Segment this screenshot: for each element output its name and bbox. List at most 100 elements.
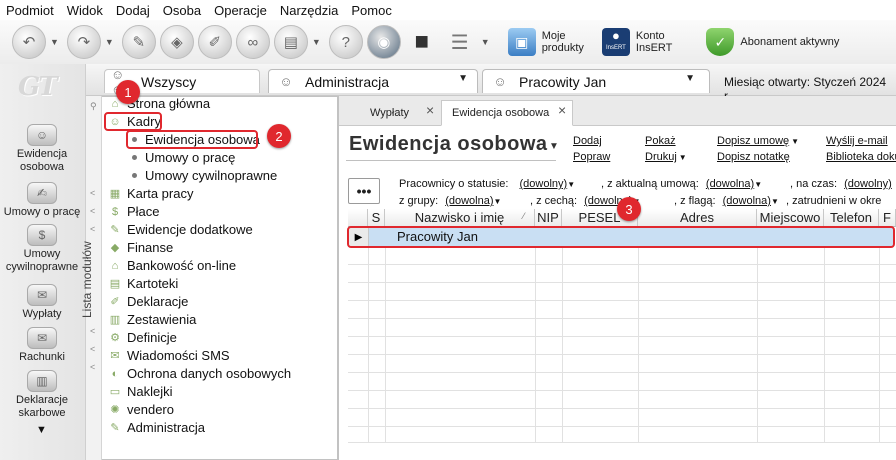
sidebar-scroll-down-icon[interactable]: ▼ xyxy=(36,424,47,436)
chevron-down-icon[interactable]: ▼ xyxy=(494,197,502,206)
module-selector[interactable]: ☺ Administracja ▼ xyxy=(268,69,478,93)
tree-item-naklejki[interactable]: ▭ Naklejki xyxy=(108,384,173,399)
cube-icon[interactable]: ■ xyxy=(405,25,439,59)
tree-item-place[interactable]: $ Płace xyxy=(108,204,160,219)
tab-label: Wypłaty xyxy=(370,107,410,119)
tab-wyplaty[interactable]: Wypłaty × xyxy=(359,100,441,126)
menu-osoba[interactable]: Osoba xyxy=(163,3,201,18)
sidebar-item-rachunki[interactable]: ✉ Rachunki xyxy=(0,327,84,364)
tree-item-karta-pracy[interactable]: ▦ Karta pracy xyxy=(108,186,194,201)
chevron-down-icon[interactable]: ▼ xyxy=(754,180,762,189)
collapse-chevron-icon[interactable]: < xyxy=(90,188,95,198)
menu-podmiot[interactable]: Podmiot xyxy=(6,3,54,18)
sidebar-item-wyplaty[interactable]: ✉ Wypłaty xyxy=(0,284,84,321)
konto-insert-button[interactable]: ● InsERT Konto InsERT xyxy=(601,28,672,56)
tree-item-finanse[interactable]: ◆ Finanse xyxy=(108,240,173,255)
abonament-button[interactable]: ✓ Abonament aktywny xyxy=(706,28,839,56)
column-header-f[interactable]: F xyxy=(879,209,896,227)
forward-dropdown-icon[interactable]: ▼ xyxy=(105,37,114,47)
column-header-nazwisko[interactable]: Nazwisko i imię xyxy=(385,209,535,227)
filter-zatrudnieni[interactable]: , zatrudnieni w okre xyxy=(786,195,881,207)
page-title[interactable]: Ewidencja osobowa xyxy=(349,133,548,156)
action-dodaj[interactable]: Dodaj xyxy=(573,135,602,147)
action-dopisz-umowe[interactable]: Dopisz umowę ▼ xyxy=(717,135,799,147)
action-pokaz[interactable]: Pokaż xyxy=(645,135,676,147)
more-options-button[interactable]: ••• xyxy=(348,178,380,204)
tree-item-umowy-o-prace[interactable]: Umowy o pracę xyxy=(132,150,235,165)
collapse-chevron-icon[interactable]: < xyxy=(90,206,95,216)
tree-item-bankowosc[interactable]: ⌂ Bankowość on-line xyxy=(108,258,236,273)
tree-item-umowy-cywilnoprawne[interactable]: Umowy cywilnoprawne xyxy=(132,168,277,183)
collapse-chevron-icon[interactable]: < xyxy=(90,326,95,336)
tree-item-wiadomosci-sms[interactable]: ✉ Wiadomości SMS xyxy=(108,348,229,363)
tree-item-ewidencje-dodatkowe[interactable]: ✎ Ewidencje dodatkowe xyxy=(108,222,252,237)
stamp-icon[interactable]: ✎ xyxy=(121,25,156,59)
sidebar-item-deklaracje-skarbowe[interactable]: ▥ Deklaracje skarbowe xyxy=(0,370,84,420)
filter-umowa-value[interactable]: (dowolna) xyxy=(706,178,754,190)
moje-produkty-button[interactable]: ▣ Moje produkty xyxy=(507,28,584,56)
action-popraw[interactable]: Popraw xyxy=(573,151,610,163)
grid-row-line xyxy=(348,354,896,355)
close-icon[interactable]: × xyxy=(426,102,434,118)
filter-czas-value[interactable]: (dowolny) xyxy=(844,178,892,190)
tree-item-definicje[interactable]: ⚙ Definicje xyxy=(108,330,177,345)
module-icon: ☺ xyxy=(279,74,293,89)
filter-grupa-value[interactable]: (dowolna) xyxy=(445,195,493,207)
tree-item-administracja[interactable]: ✎ Administracja xyxy=(108,420,205,435)
menu-operacje[interactable]: Operacje xyxy=(214,3,267,18)
column-header-adres[interactable]: Adres xyxy=(638,209,757,227)
column-header-miejscowosc[interactable]: Miejscowo xyxy=(757,209,824,227)
report-icon: ▥ xyxy=(109,314,121,326)
edit-icon[interactable]: ✐ xyxy=(197,25,232,59)
sidebar-item-umowy-o-prace[interactable]: ✍ Umowy o pracę xyxy=(0,182,84,219)
globe-icon[interactable]: ◉ xyxy=(366,25,401,59)
menu-pomoc[interactable]: Pomoc xyxy=(351,3,391,18)
pin-icon[interactable]: ⚲ xyxy=(90,101,97,112)
binoculars-icon[interactable]: ∞ xyxy=(235,25,270,59)
tree-item-kartoteki[interactable]: ▤ Kartoteki xyxy=(108,276,179,291)
action-drukuj[interactable]: Drukuj ▼ xyxy=(645,151,687,163)
calendar-icon: ▦ xyxy=(109,188,121,200)
eraser-icon[interactable]: ◈ xyxy=(159,25,194,59)
tree-item-zestawienia[interactable]: ▥ Zestawienia xyxy=(108,312,197,327)
action-dopisz-notatke[interactable]: Dopisz notatkę xyxy=(717,151,790,163)
sidebar-item-ewidencja[interactable]: ☺ Ewidencja osobowa xyxy=(0,124,84,174)
filter-flaga-value[interactable]: (dowolna) xyxy=(723,195,771,207)
collapse-chevron-icon[interactable]: < xyxy=(90,344,95,354)
menu-narzedzia[interactable]: Narzędzia xyxy=(280,3,339,18)
column-header-marker xyxy=(348,209,368,227)
filter-status-value[interactable]: (dowolny) xyxy=(520,178,568,190)
filter-grupa: z grupy: (dowolna)▼ xyxy=(399,195,501,207)
close-icon[interactable]: × xyxy=(558,102,566,118)
collapse-chevron-icon[interactable]: < xyxy=(90,362,95,372)
database-icon[interactable]: ☰ xyxy=(443,25,477,59)
menu-widok[interactable]: Widok xyxy=(67,3,103,18)
collapse-chevron-icon[interactable]: < xyxy=(90,224,95,234)
database-dropdown-icon[interactable]: ▼ xyxy=(481,37,490,47)
tree-item-ochrona-danych[interactable]: ◐ Ochrona danych osobowych xyxy=(108,366,291,381)
forward-icon[interactable]: ↷ xyxy=(66,25,101,59)
tree-item-vendero[interactable]: ✺ vendero xyxy=(108,402,174,417)
back-icon[interactable]: ↶ xyxy=(12,25,46,59)
column-header-nip[interactable]: NIP xyxy=(535,209,562,227)
grid-row-line xyxy=(348,282,896,283)
chevron-down-icon[interactable]: ▼ xyxy=(549,141,559,152)
sidebar-item-umowy-cywilnoprawne[interactable]: $ Umowy cywilnoprawne xyxy=(0,224,84,274)
abonament-label: Abonament aktywny xyxy=(740,36,840,48)
chevron-down-icon[interactable]: ▼ xyxy=(567,180,575,189)
back-dropdown-icon[interactable]: ▼ xyxy=(50,37,59,47)
filter-label: , z aktualną umową: xyxy=(601,178,699,190)
column-header-telefon[interactable]: Telefon xyxy=(824,209,879,227)
column-header-s[interactable]: S xyxy=(368,209,385,227)
person-selector[interactable]: ☺ Pracowity Jan ▼ xyxy=(482,69,710,93)
help-icon[interactable]: ? xyxy=(328,25,363,59)
action-wyslij-email[interactable]: Wyślij e-mail xyxy=(826,135,888,147)
print-dropdown-icon[interactable]: ▼ xyxy=(312,37,321,47)
tab-ewidencja-osobowa[interactable]: Ewidencja osobowa × xyxy=(441,100,573,126)
chevron-down-icon[interactable]: ▼ xyxy=(771,197,779,206)
action-biblioteka[interactable]: Biblioteka doku xyxy=(826,151,896,163)
tax-declaration-icon: ▥ xyxy=(27,370,57,392)
menu-dodaj[interactable]: Dodaj xyxy=(116,3,150,18)
print-icon[interactable]: ▤ xyxy=(273,25,308,59)
tree-item-deklaracje[interactable]: ✐ Deklaracje xyxy=(108,294,188,309)
